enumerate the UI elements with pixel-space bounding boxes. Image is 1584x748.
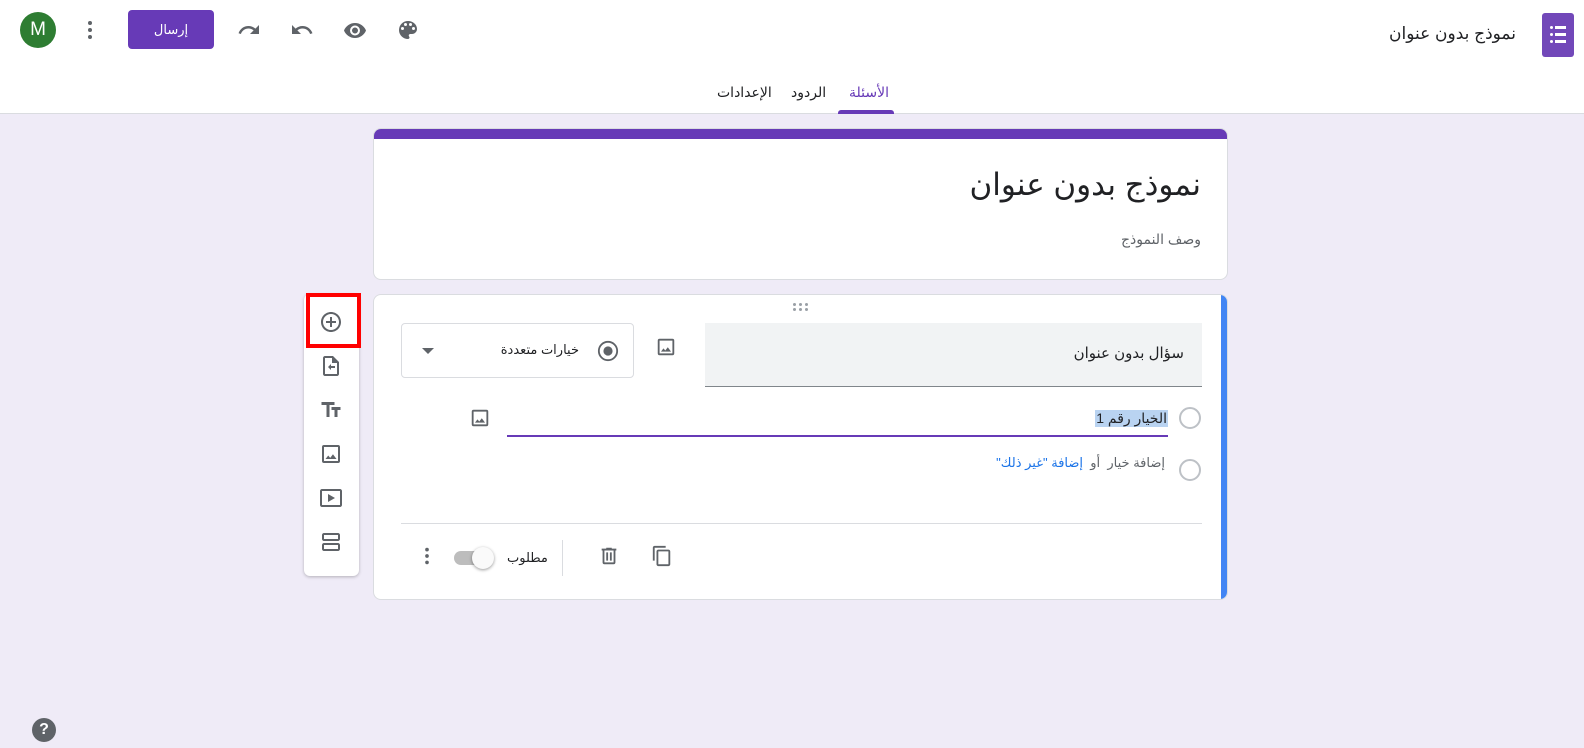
radio-checked-icon bbox=[597, 340, 619, 362]
question-title-input[interactable]: سؤال بدون عنوان bbox=[705, 323, 1202, 387]
question-more-options-icon[interactable] bbox=[411, 540, 443, 572]
highlight-box bbox=[306, 293, 361, 348]
chevron-down-icon bbox=[422, 348, 434, 354]
add-other-link[interactable]: إضافة "غير ذلك" bbox=[996, 455, 1083, 470]
send-button[interactable]: إرسال bbox=[128, 10, 214, 49]
form-title[interactable]: نموذج بدون عنوان bbox=[970, 167, 1202, 203]
redo-icon[interactable] bbox=[229, 10, 269, 50]
title-card-accent-bar bbox=[374, 129, 1227, 139]
add-option-row: إضافة خيار أو إضافة "غير ذلك" bbox=[996, 455, 1165, 471]
tab-settings[interactable]: الإعدادات bbox=[717, 84, 772, 101]
option-1-input[interactable]: الخيار رقم 1 bbox=[507, 402, 1168, 437]
option-radio-icon bbox=[1179, 407, 1201, 429]
duplicate-icon[interactable] bbox=[646, 540, 678, 572]
or-text: أو bbox=[1090, 455, 1101, 470]
avatar[interactable]: M bbox=[20, 12, 56, 48]
footer-vertical-divider bbox=[562, 540, 563, 576]
add-image-to-option-icon[interactable] bbox=[464, 402, 496, 434]
add-video-icon[interactable] bbox=[311, 478, 351, 518]
add-option-link[interactable]: إضافة خيار bbox=[1107, 455, 1165, 470]
required-label: مطلوب bbox=[507, 550, 548, 565]
import-questions-icon[interactable] bbox=[311, 346, 351, 386]
add-section-icon[interactable] bbox=[311, 522, 351, 562]
add-title-icon[interactable] bbox=[311, 390, 351, 430]
active-tab-indicator bbox=[838, 110, 894, 114]
forms-logo-icon[interactable] bbox=[1542, 13, 1574, 57]
footer-divider bbox=[401, 523, 1202, 524]
more-options-icon[interactable] bbox=[70, 10, 110, 50]
undo-icon[interactable] bbox=[282, 10, 322, 50]
question-type-dropdown[interactable]: خيارات متعددة bbox=[401, 323, 634, 378]
required-toggle[interactable] bbox=[454, 547, 494, 569]
question-card-accent bbox=[1221, 295, 1227, 599]
palette-icon[interactable] bbox=[388, 10, 428, 50]
help-icon[interactable]: ? bbox=[32, 718, 56, 742]
form-title-card: نموذج بدون عنوان وصف النموذج bbox=[373, 128, 1228, 280]
drag-handle-icon[interactable] bbox=[793, 303, 811, 313]
document-title[interactable]: نموذج بدون عنوان bbox=[1389, 24, 1516, 44]
top-bar: نموذج بدون عنوان إرسال M الأسئلة الردود … bbox=[0, 0, 1584, 114]
question-title-text: سؤال بدون عنوان bbox=[1073, 345, 1184, 362]
add-image-to-question-icon[interactable] bbox=[650, 331, 682, 363]
add-option-radio-icon bbox=[1179, 459, 1201, 481]
form-description-field[interactable]: وصف النموذج bbox=[1121, 231, 1201, 248]
question-type-label: خيارات متعددة bbox=[500, 342, 579, 357]
option-1-text: الخيار رقم 1 bbox=[1095, 410, 1168, 427]
delete-icon[interactable] bbox=[593, 540, 625, 572]
toggle-knob bbox=[472, 547, 494, 569]
tab-questions[interactable]: الأسئلة bbox=[849, 84, 889, 101]
preview-eye-icon[interactable] bbox=[335, 10, 375, 50]
question-card: سؤال بدون عنوان خيارات متعددة الخيار رقم… bbox=[373, 294, 1228, 600]
add-image-icon[interactable] bbox=[311, 434, 351, 474]
tab-responses[interactable]: الردود bbox=[791, 84, 826, 101]
